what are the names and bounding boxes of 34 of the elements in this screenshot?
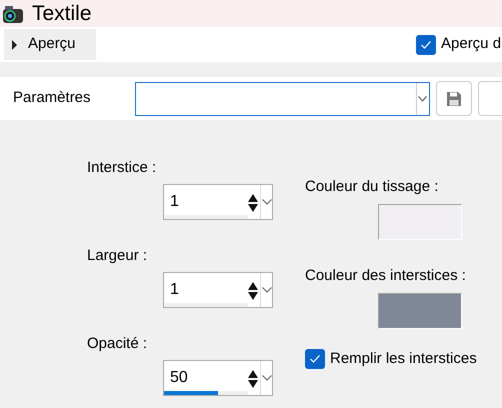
checkbox[interactable] [416,34,436,54]
save-icon [446,90,462,106]
decrement-icon[interactable] [248,204,258,212]
increment-icon[interactable] [248,282,258,290]
number-spinner[interactable]: 1 [163,272,273,308]
number-spinner[interactable]: 50 [163,360,273,396]
field-label: Opacité : [87,334,148,354]
checkbox-label: Aperçu d [441,34,502,54]
expand-arrow-icon [12,40,18,50]
number-spinner[interactable]: 1 [163,184,273,220]
checkmark-icon [420,40,432,50]
dropdown-icon[interactable] [262,375,272,381]
decrement-icon[interactable] [248,292,258,300]
checkbox-label: Remplir les interstices [330,349,477,369]
presets-label: Paramètres [13,88,91,108]
color-label: Couleur des interstices : [305,266,467,286]
camera-icon [2,4,24,24]
increment-icon[interactable] [248,370,258,378]
color-swatch[interactable] [378,293,462,329]
save-button[interactable] [436,81,472,116]
decrement-icon[interactable] [248,380,258,388]
window-title: Textile [32,3,92,24]
checkmark-icon [309,354,321,364]
color-swatch[interactable] [378,204,462,240]
dropdown-icon[interactable] [418,96,428,102]
increment-icon[interactable] [248,194,258,202]
field-label: Largeur : [87,246,148,266]
dropdown-icon[interactable] [262,199,272,205]
color-label: Couleur du tissage : [305,177,440,197]
dropdown-icon[interactable] [262,287,272,293]
presets-dropdown[interactable] [134,82,430,116]
field-label: Interstice : [87,158,158,178]
checkbox[interactable] [305,349,325,370]
preview-toggle[interactable]: Aperçu [4,29,96,60]
